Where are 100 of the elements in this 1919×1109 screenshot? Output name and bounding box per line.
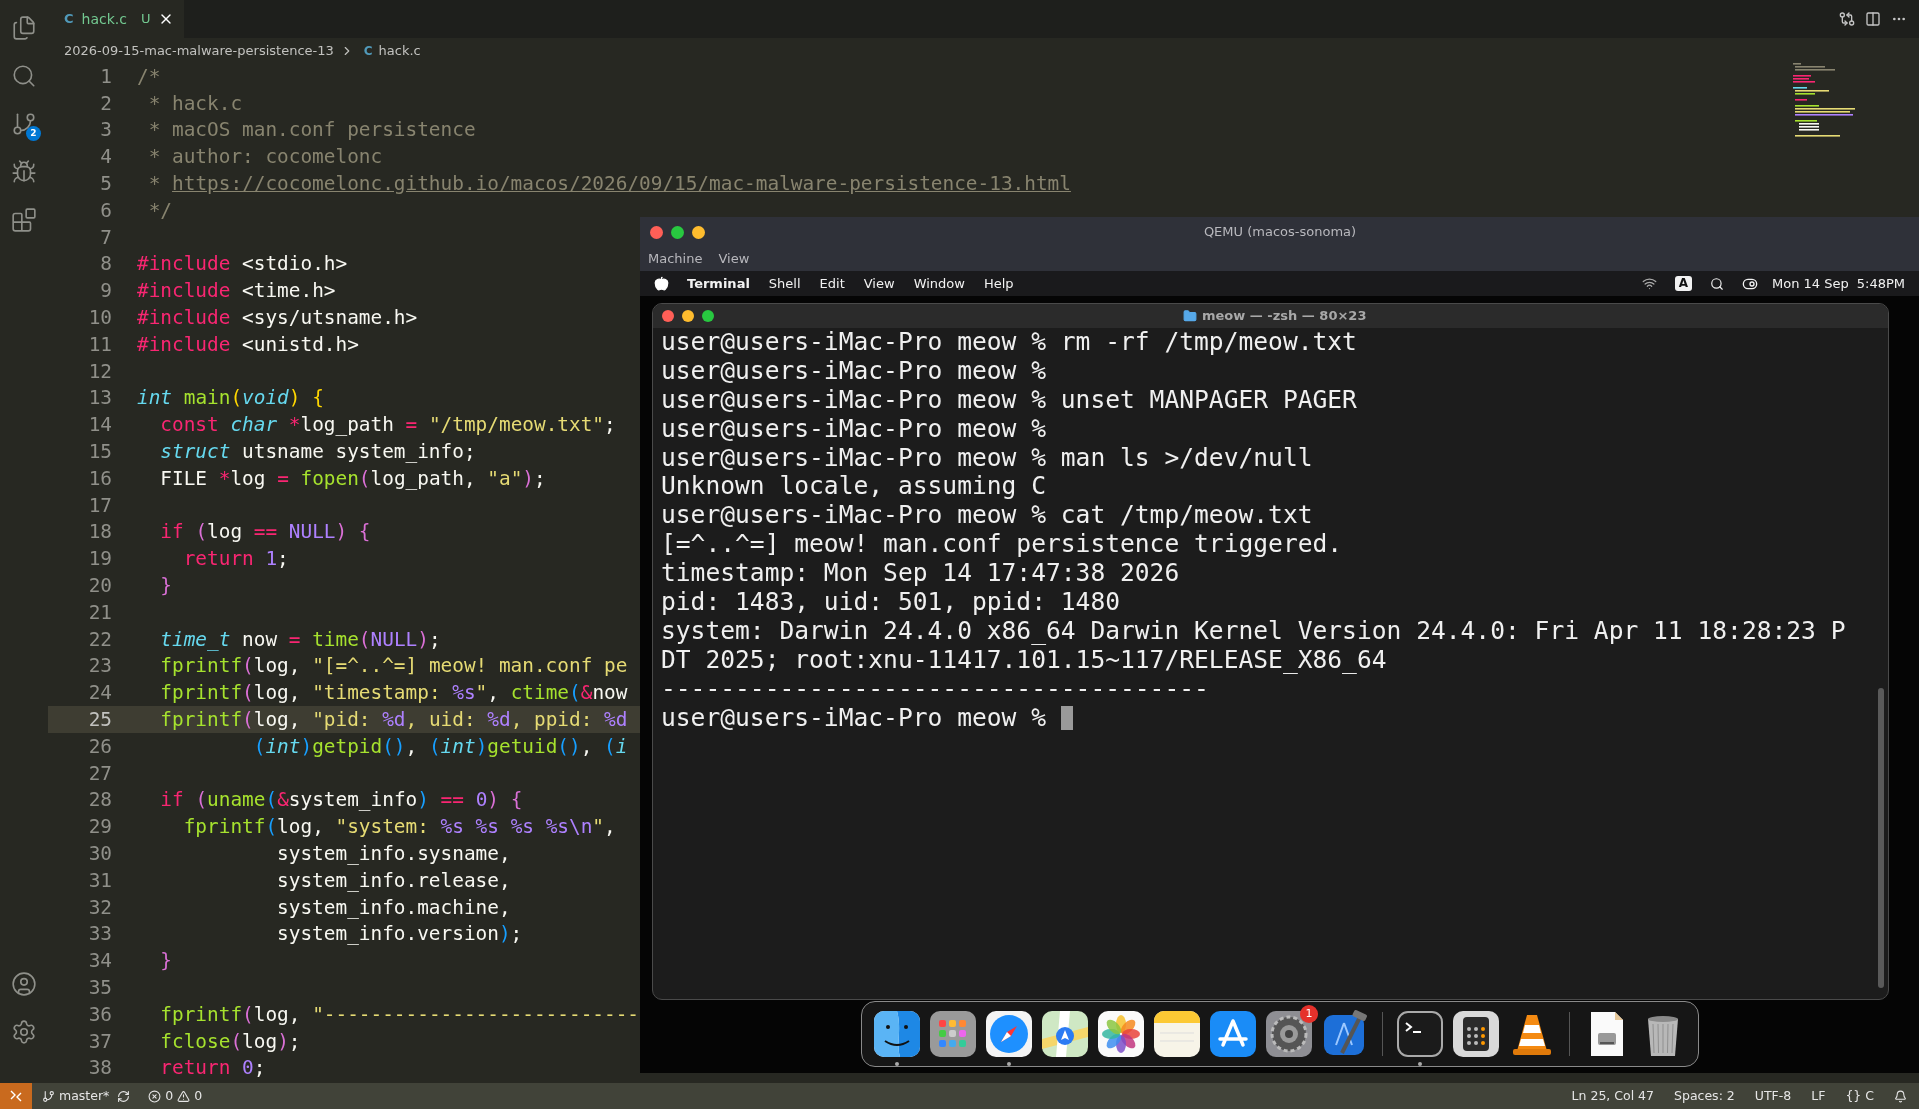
menu-item[interactable]: Window [913,273,965,294]
map-icon[interactable] [1040,1009,1090,1059]
status-item[interactable]: LF [1811,1086,1826,1106]
line-number: 35 [87,974,112,1001]
menu-item[interactable]: Machine [648,249,703,269]
terminal-line: user@users-iMac-Pro meow % man ls >/dev/null [661,443,1313,473]
terminal-line: ------------------------------------- [661,674,1209,704]
terminal-line: user@users-iMac-Pro meow % [661,414,1046,444]
c-file-icon: C [64,9,74,29]
account-icon[interactable] [11,971,37,997]
calculator-icon[interactable] [1451,1009,1501,1059]
line-number: 28 [87,787,112,814]
sync-icon[interactable] [117,1089,131,1103]
app-grid-icon[interactable] [928,1009,978,1059]
code-line: (int)getpid(), (int)getuid(), (i [252,733,628,760]
code-line: if (uname(&system_info) == 0) { [159,787,523,814]
window-title: QEMU (macos-sonoma) [1202,223,1358,242]
c-file-icon: C [363,41,373,60]
line-number: 22 [87,626,112,653]
blocks-icon[interactable] [11,207,37,233]
code-line: fprintf(log, "--------------------------- [159,1001,640,1028]
pencil-a-icon[interactable] [1208,1009,1258,1059]
maximize-window-button[interactable] [671,225,684,239]
apple-icon[interactable] [654,276,669,291]
input-source[interactable]: A [1674,276,1693,291]
menu-item[interactable]: Edit [819,273,845,294]
terminal-icon[interactable] [1395,1009,1445,1059]
window-title: meow — -zsh — 80×23 [1202,307,1367,326]
branch-name[interactable]: master* [59,1086,110,1106]
line-number: 20 [87,573,112,599]
notepad-icon[interactable] [1152,1009,1202,1059]
menu-item[interactable]: View [718,249,750,269]
code-line: const char *log_path = "/tmp/meow.txt"; [159,412,616,439]
flower-icon[interactable] [1096,1009,1146,1059]
error-count[interactable]: 0 [165,1086,174,1106]
terminal-line: user@users-iMac-Pro meow % rm -rf /tmp/meow.txt [661,328,1357,357]
line-number: 37 [87,1028,112,1055]
breadcrumb-file[interactable]: hack.c [378,40,421,61]
code-line: * hack.c [147,90,243,117]
menu-bar-time[interactable]: 5:48PM [1856,273,1905,294]
compare-icon[interactable] [1839,11,1855,27]
line-number: 2 [99,90,112,117]
status-item[interactable]: Ln 25, Col 47 [1571,1086,1655,1106]
untracked-indicator: U [140,10,151,29]
bell-icon[interactable] [1894,1089,1907,1103]
menu-item[interactable]: Help [983,273,1014,294]
gear-icon[interactable] [1264,1009,1314,1059]
settings-icon[interactable] [11,1019,37,1045]
files-icon[interactable] [11,15,37,41]
menu-item[interactable]: View [863,273,895,294]
code-line: fprintf(log, "timestamp: %s", ctime(&now [159,680,628,707]
line-number: 23 [87,653,112,680]
line-number: 36 [87,1001,112,1028]
search-icon[interactable] [1710,276,1725,291]
network-icon[interactable] [1641,276,1657,291]
code-line: return 1; [182,546,289,573]
app-menu[interactable]: Terminal [687,273,750,294]
terminal-prompt: user@users-iMac-Pro meow % [661,703,1046,733]
code-line: * https://cocomelonc.github.io/macos/2026/09/15/mac-malware-persistence-13.html [147,171,1071,198]
status-item[interactable]: Spaces: 2 [1674,1086,1735,1106]
status-item[interactable]: {} C [1845,1086,1874,1106]
code-line: int main(void) { [137,385,324,412]
code-line: */ [147,197,173,224]
smiling-face-icon[interactable] [872,1009,922,1059]
split-editor-icon[interactable] [1865,11,1881,27]
line-number: 21 [87,599,112,626]
terminal-line: pid: 1483, uid: 501, ppid: 1480 [661,588,1120,617]
line-number: 12 [87,358,112,385]
status-item[interactable]: UTF-8 [1754,1086,1792,1106]
line-number: 19 [87,546,112,573]
line-number: 38 [87,1055,112,1082]
minimize-window-button[interactable] [692,225,705,239]
close-window-button[interactable] [650,225,663,239]
menu-item[interactable]: Shell [768,273,801,294]
code-line: #include <unistd.h> [137,331,359,358]
terminal-line: DT 2025; root:xnu-11417.101.15~117/RELEASE_X86_64 [661,645,1387,675]
code-line: time_t now = time(NULL); [159,626,441,653]
breadcrumb-folder[interactable]: 2026-09-15-mac-malware-persistence-13 [64,40,334,61]
branch-icon[interactable] [11,111,37,137]
code-line: } [159,573,173,599]
error-icon [148,1089,162,1103]
line-number: 9 [99,278,112,305]
notification-badge: 1 [1300,1005,1318,1023]
menu-bar-date[interactable]: Mon 14 Sep [1772,273,1849,294]
compass-icon[interactable] [984,1009,1034,1059]
minimize-window-button[interactable] [682,310,694,322]
code-line: #include <stdio.h> [137,251,348,278]
code-line: * author: cocomelonc [147,144,383,171]
line-number: 11 [87,331,112,358]
close-window-button[interactable] [662,310,674,322]
editor-tab[interactable]: C hack.c U [48,0,185,38]
bug-icon[interactable] [11,159,37,185]
maximize-window-button[interactable] [702,310,714,322]
warning-count[interactable]: 0 [194,1086,203,1106]
line-number: 15 [87,439,112,465]
line-number: 17 [87,492,112,519]
folder-icon [1183,309,1197,323]
terminal-line: timestamp: Mon Sep 14 17:47:38 2026 [661,559,1180,588]
line-number: 31 [87,867,112,894]
line-number: 18 [87,519,112,546]
